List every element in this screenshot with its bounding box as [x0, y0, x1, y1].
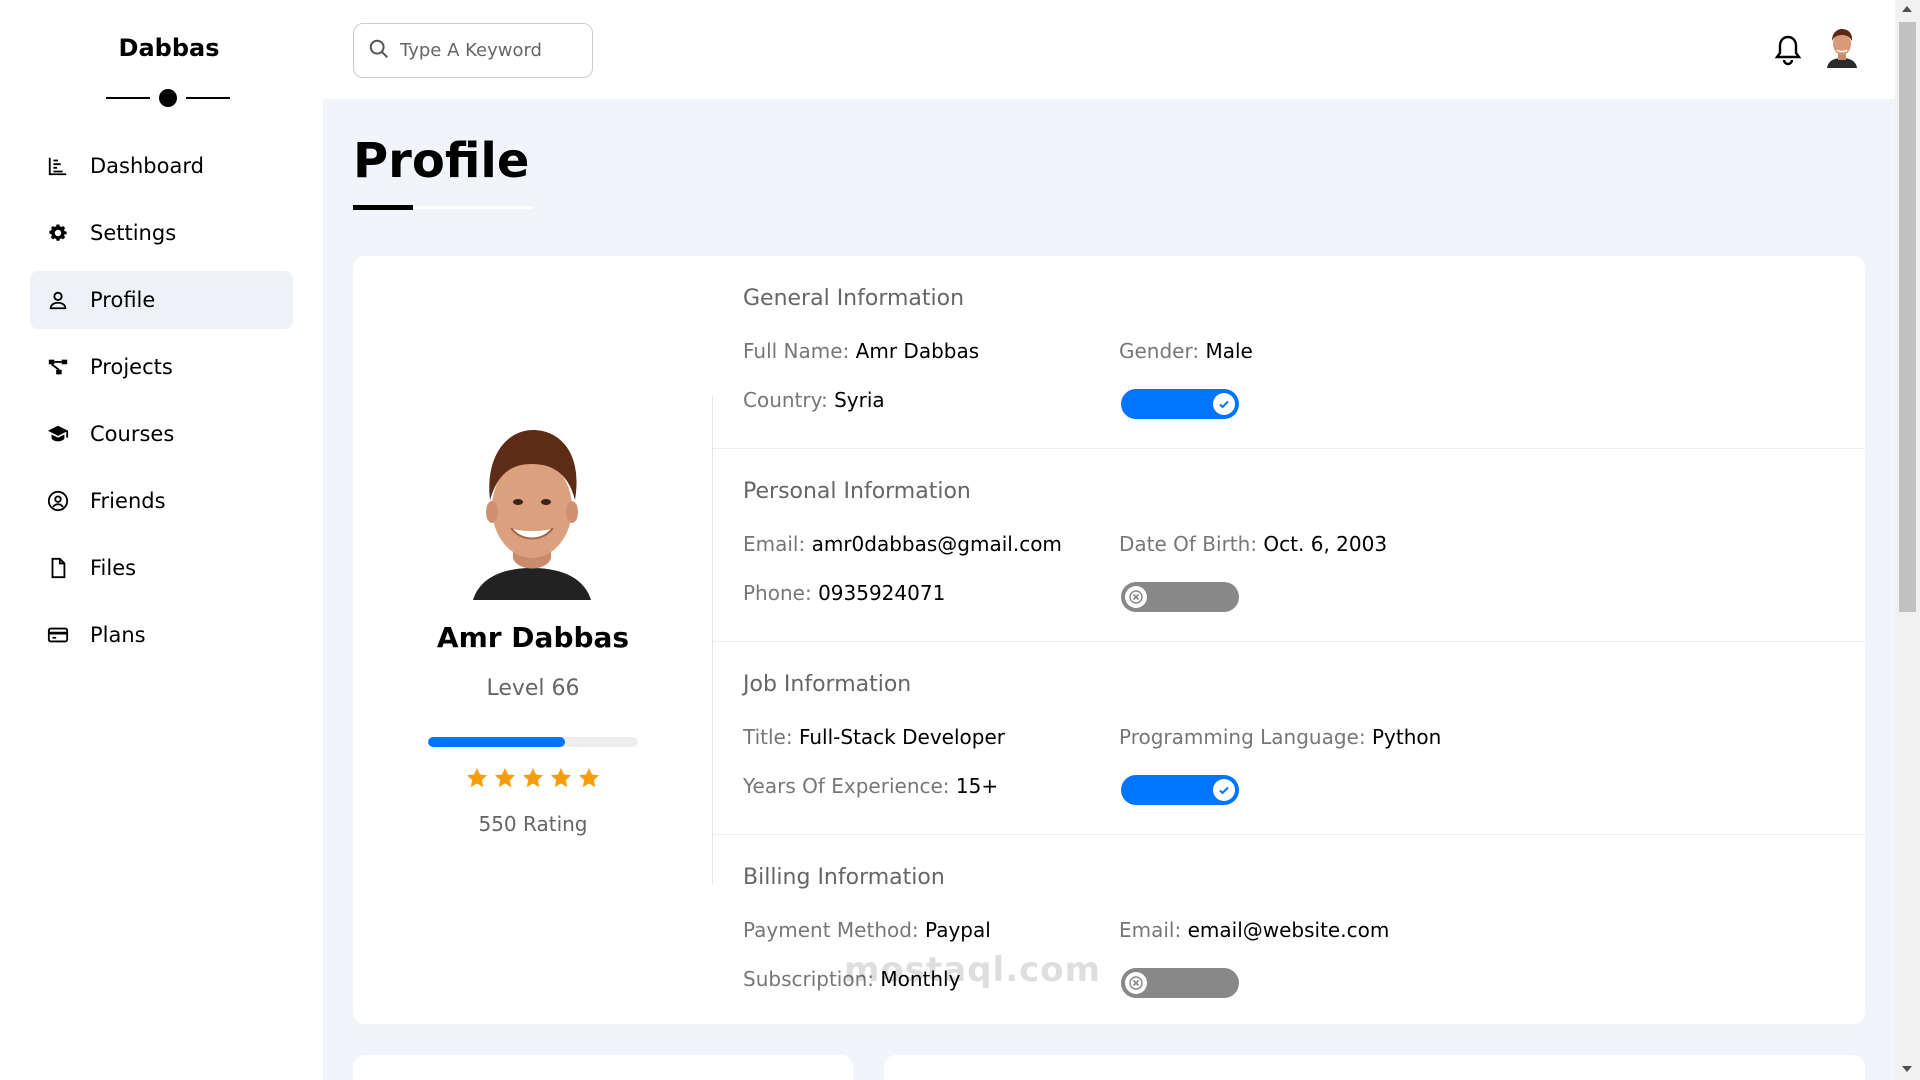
diagram-icon [46, 355, 70, 379]
field-date-of-birth: Date Of Birth: Oct. 6, 2003 [1119, 532, 1388, 556]
search-input[interactable] [400, 40, 570, 61]
rating-stars [353, 766, 713, 790]
sidebar-item-label: Dashboard [90, 154, 204, 178]
info-sections: General Information Full Name: Amr Dabba… [713, 256, 1865, 1028]
field-country: Country: Syria [743, 388, 885, 412]
section-billing-information: Billing Information Payment Method: Payp… [713, 835, 1865, 1028]
field-phone: Phone: 0935924071 [743, 581, 946, 605]
x-icon [1125, 972, 1147, 994]
check-icon [1213, 779, 1235, 801]
sidebar-item-label: Plans [90, 623, 146, 647]
profile-summary: Amr Dabbas Level 66 550 Rating [353, 256, 713, 1024]
sidebar-item-profile[interactable]: Profile [30, 271, 293, 329]
star-icon [523, 768, 543, 788]
rating-count: 550 Rating [478, 812, 588, 836]
field-years-of-experience: Years Of Experience: 15+ [743, 774, 999, 798]
sidebar-item-settings[interactable]: Settings [30, 204, 293, 262]
sidebar-item-projects[interactable]: Projects [30, 338, 293, 396]
section-title: Personal Information [743, 479, 971, 504]
scroll-up-arrow-icon[interactable] [1902, 6, 1912, 12]
sidebar-item-courses[interactable]: Courses [30, 405, 293, 463]
section-general-information: General Information Full Name: Amr Dabba… [713, 256, 1865, 449]
user-level: Level 66 [486, 676, 580, 701]
graduation-cap-icon [46, 422, 70, 446]
bell-icon[interactable] [1773, 34, 1803, 66]
sidebar-item-files[interactable]: Files [30, 539, 293, 597]
brand-title: Dabbas [118, 34, 220, 62]
avatar[interactable] [1825, 26, 1859, 68]
watermark: mostaql.com [844, 950, 1102, 990]
level-progress-bar [428, 737, 638, 747]
sidebar-item-label: Projects [90, 355, 173, 379]
sidebar-item-label: Courses [90, 422, 175, 446]
user-circle-icon [46, 489, 70, 513]
check-icon [1213, 393, 1235, 415]
scrollbar-thumb[interactable] [1899, 22, 1916, 612]
sidebar-item-plans[interactable]: Plans [30, 606, 293, 664]
file-icon [46, 556, 70, 580]
field-gender: Gender: Male [1119, 339, 1253, 363]
sidebar-item-label: Profile [90, 288, 156, 312]
bottom-card [353, 1055, 853, 1080]
field-title: Title: Full-Stack Developer [743, 725, 1005, 749]
sidebar: Dabbas Dashboard Settings Profile Projec… [0, 0, 323, 1080]
scroll-down-arrow-icon[interactable] [1902, 1066, 1912, 1072]
field-programming-language: Programming Language: Python [1119, 725, 1442, 749]
star-icon [579, 768, 599, 788]
star-icon [467, 768, 487, 788]
bottom-card [884, 1055, 1865, 1080]
search-icon [368, 38, 400, 64]
brand-decoration [106, 88, 231, 108]
user-icon [46, 288, 70, 312]
field-billing-email: Email: email@website.com [1119, 918, 1390, 942]
page-title: Profile [353, 133, 530, 189]
star-icon [551, 768, 571, 788]
sidebar-item-label: Friends [90, 489, 166, 513]
field-full-name: Full Name: Amr Dabbas [743, 339, 980, 363]
gear-icon [46, 221, 70, 245]
scrollbar[interactable] [1895, 0, 1920, 1080]
profile-card: Amr Dabbas Level 66 550 Rating General I… [353, 256, 1865, 1024]
toggle-switch[interactable] [1121, 775, 1239, 805]
section-personal-information: Personal Information Email: amr0dabbas@g… [713, 449, 1865, 642]
x-icon [1125, 586, 1147, 608]
section-job-information: Job Information Title: Full-Stack Develo… [713, 642, 1865, 835]
sidebar-item-label: Files [90, 556, 137, 580]
section-title: Billing Information [743, 865, 945, 890]
title-underline [353, 205, 533, 210]
toggle-switch[interactable] [1121, 389, 1239, 419]
section-title: General Information [743, 286, 965, 311]
top-header [323, 0, 1895, 99]
field-payment-method: Payment Method: Paypal [743, 918, 991, 942]
section-title: Job Information [743, 672, 912, 697]
progress-fill [428, 737, 565, 747]
sidebar-item-dashboard[interactable]: Dashboard [30, 137, 293, 195]
star-icon [495, 768, 515, 788]
sidebar-item-label: Settings [90, 221, 177, 245]
profile-photo [473, 416, 591, 600]
credit-card-icon [46, 623, 70, 647]
search-box[interactable] [353, 23, 593, 78]
toggle-switch[interactable] [1121, 582, 1239, 612]
sidebar-item-friends[interactable]: Friends [30, 472, 293, 530]
user-name: Amr Dabbas [436, 621, 630, 654]
sidebar-nav: Dashboard Settings Profile Projects Cour… [30, 137, 293, 673]
chart-icon [46, 154, 70, 178]
field-email: Email: amr0dabbas@gmail.com [743, 532, 1062, 556]
toggle-switch[interactable] [1121, 968, 1239, 998]
